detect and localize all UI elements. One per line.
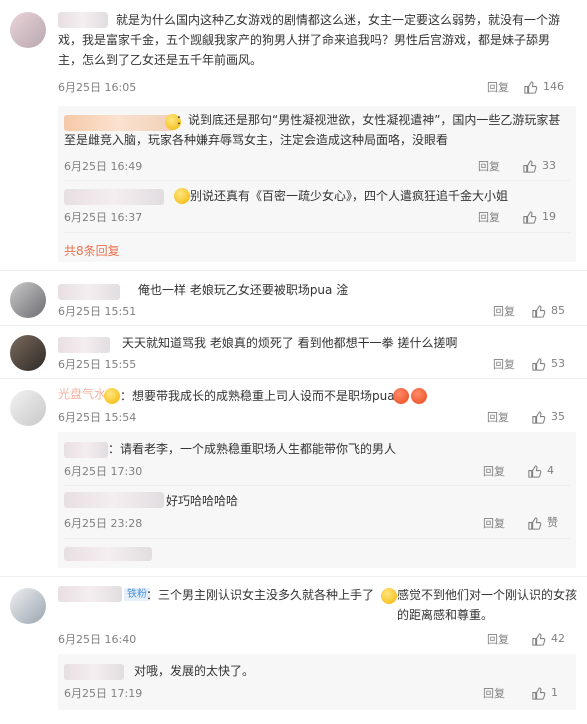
comment-text: ：三个男主刚认识女主没多久就各种上手了 bbox=[146, 588, 375, 602]
comment-time: 6月25日 15:54 bbox=[58, 411, 137, 424]
thumbs-up-icon bbox=[523, 159, 537, 173]
more-replies-blurred[interactable] bbox=[64, 547, 152, 561]
reply-button[interactable]: 回复 bbox=[483, 686, 505, 702]
comment-time: 6月25日 16:05 bbox=[58, 81, 137, 94]
reply-button[interactable]: 回复 bbox=[478, 159, 500, 175]
reply-time: 6月25日 23:28 bbox=[64, 517, 143, 530]
comment-text: 感觉不到他们对一个刚认识的女孩的距离感和尊重。 bbox=[397, 588, 578, 622]
angry-emoji-icon bbox=[393, 388, 409, 404]
thumbs-up-icon bbox=[532, 632, 546, 646]
like-button[interactable]: 85 bbox=[531, 303, 565, 319]
thumbs-up-icon bbox=[532, 410, 546, 424]
username-blurred[interactable] bbox=[64, 664, 124, 680]
like-count: 1 bbox=[551, 686, 558, 699]
avatar[interactable] bbox=[10, 282, 46, 318]
like-count: 42 bbox=[551, 632, 565, 645]
comment-time: 6月25日 16:40 bbox=[58, 633, 137, 646]
like-count: 146 bbox=[543, 80, 564, 93]
comment-text: ：想要带我成长的成熟稳重上司人设而不是职场pua bbox=[120, 389, 395, 403]
reply-text: 对哦，发展的太快了。 bbox=[134, 664, 255, 678]
divider bbox=[64, 538, 570, 539]
like-button[interactable]: 4 bbox=[527, 463, 554, 479]
divider bbox=[0, 576, 587, 577]
like-button[interactable]: 42 bbox=[531, 631, 565, 647]
reply-time: 6月25日 16:49 bbox=[64, 160, 143, 173]
like-count: 85 bbox=[551, 304, 565, 317]
reply-text: 别说还真有《百密一疏少女心》，四个人遣疯狂追千金大小姐 bbox=[190, 189, 509, 203]
reply-button[interactable]: 回复 bbox=[483, 464, 505, 480]
like-count: 赞 bbox=[547, 516, 558, 529]
reply-time: 6月25日 16:37 bbox=[64, 211, 143, 224]
avatar[interactable] bbox=[10, 335, 46, 371]
like-button[interactable]: 146 bbox=[523, 79, 564, 95]
like-count: 53 bbox=[551, 357, 565, 370]
more-replies-link[interactable]: 共8条回复 bbox=[64, 243, 120, 259]
reply-text: ：说到底还是那句“男性凝视泄欲，女性凝视遣神”，国内一些乙游玩家甚至是雌竞入脑，… bbox=[64, 113, 561, 147]
username[interactable]: 光盘气水 bbox=[58, 384, 106, 404]
divider bbox=[64, 485, 570, 486]
comment-text: 俺也一样 老娘玩乙女还要被职场pua 淦 bbox=[138, 283, 349, 297]
like-button[interactable]: 赞 bbox=[527, 515, 558, 531]
divider bbox=[0, 378, 587, 379]
thumbs-up-icon bbox=[528, 464, 542, 478]
like-button[interactable]: 19 bbox=[522, 209, 556, 225]
divider bbox=[64, 232, 570, 233]
reply-button[interactable]: 回复 bbox=[478, 210, 500, 226]
username-blurred[interactable] bbox=[58, 337, 110, 353]
reply-time: 6月25日 17:19 bbox=[64, 687, 143, 700]
thumbs-up-icon bbox=[523, 210, 537, 224]
thumbs-up-icon bbox=[532, 357, 546, 371]
reply-time: 6月25日 17:30 bbox=[64, 465, 143, 478]
reply-button[interactable]: 回复 bbox=[483, 516, 505, 532]
username-blurred[interactable] bbox=[64, 442, 108, 458]
emoji-icon bbox=[104, 388, 120, 404]
username-blurred[interactable] bbox=[58, 284, 120, 300]
reply-button[interactable]: 回复 bbox=[493, 304, 515, 320]
reply-button[interactable]: 回复 bbox=[487, 410, 509, 426]
avatar[interactable] bbox=[10, 588, 46, 624]
reply-button[interactable]: 回复 bbox=[487, 80, 509, 96]
reply-text: 好巧哈哈哈哈 bbox=[166, 494, 239, 508]
thumbs-up-icon bbox=[528, 516, 542, 530]
angry-emoji-icon bbox=[411, 388, 427, 404]
reply-text: ：请看老李，一个成熟稳重职场人生都能带你飞的男人 bbox=[108, 442, 397, 456]
divider bbox=[0, 325, 587, 326]
like-button[interactable]: 35 bbox=[531, 409, 565, 425]
like-button[interactable]: 1 bbox=[531, 685, 558, 701]
comment-time: 6月25日 15:55 bbox=[58, 358, 137, 371]
thumbs-up-icon bbox=[532, 304, 546, 318]
like-count: 35 bbox=[551, 410, 565, 423]
divider bbox=[64, 180, 570, 181]
comment-time: 6月25日 15:51 bbox=[58, 305, 137, 318]
comment-text: 就是为什么国内这种乙女游戏的剧情都这么迷，女主一定要这么弱势，就没有一个游戏，我… bbox=[58, 13, 561, 67]
avatar[interactable] bbox=[10, 12, 46, 48]
like-button[interactable]: 33 bbox=[522, 158, 556, 174]
emoji-icon bbox=[381, 588, 397, 604]
like-count: 33 bbox=[542, 159, 556, 172]
thumbs-up-icon bbox=[532, 686, 546, 700]
divider bbox=[0, 270, 587, 271]
like-count: 19 bbox=[542, 210, 556, 223]
comment-text: 天天就知道骂我 老娘真的烦死了 看到他都想干一拳 搓什么搓啊 bbox=[122, 336, 458, 350]
thumbs-up-icon bbox=[524, 80, 538, 94]
reply-button[interactable]: 回复 bbox=[487, 632, 509, 648]
like-count: 4 bbox=[547, 464, 554, 477]
username-blurred[interactable] bbox=[64, 189, 164, 205]
like-button[interactable]: 53 bbox=[531, 356, 565, 372]
username-blurred[interactable] bbox=[64, 492, 164, 508]
username-blurred[interactable] bbox=[58, 586, 122, 602]
reply-button[interactable]: 回复 bbox=[493, 357, 515, 373]
emoji-icon bbox=[174, 188, 190, 204]
avatar[interactable] bbox=[10, 390, 46, 426]
